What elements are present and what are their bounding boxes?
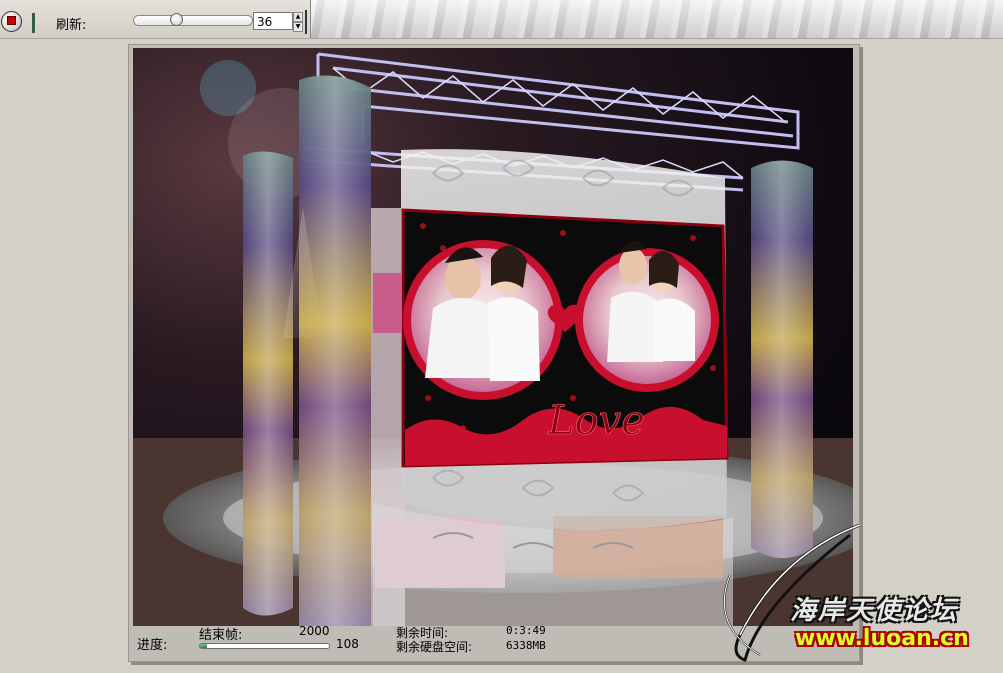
refresh-spinner[interactable]: ▲ ▼ — [293, 12, 303, 32]
refresh-value-input[interactable]: 36 — [253, 12, 293, 30]
end-frame-value: 2000 — [299, 624, 330, 638]
end-frame-label: 结束帧: — [199, 628, 243, 643]
disk-space-value: 6338MB — [506, 639, 546, 652]
toolbar: 刷新: 36 ▲ ▼ — [0, 0, 1003, 39]
record-button[interactable] — [1, 11, 22, 32]
refresh-slider[interactable] — [133, 15, 253, 26]
progress-label: 进度: — [137, 638, 168, 653]
render-progress-bar — [199, 643, 330, 649]
spin-down-icon[interactable]: ▼ — [293, 22, 303, 32]
refresh-label: 刷新: — [56, 18, 87, 33]
toolbar-grip-icon[interactable] — [32, 13, 35, 33]
disk-space-label: 剩余硬盘空间: — [396, 640, 473, 654]
toolbar-separator — [305, 10, 307, 34]
current-frame-value: 108 — [336, 637, 359, 651]
spin-up-icon[interactable]: ▲ — [293, 12, 303, 22]
banner-love-text: Love — [547, 398, 645, 444]
time-left-value: 0:3:49 — [506, 624, 546, 637]
watermark-title: 海岸天使论坛 — [790, 596, 959, 626]
render-progress-fill — [200, 644, 207, 648]
cut-off-row — [0, 660, 300, 673]
record-icon — [7, 16, 16, 25]
toolbar-background-texture — [310, 0, 1003, 38]
watermark-url: www.luoan.cn — [795, 626, 969, 651]
